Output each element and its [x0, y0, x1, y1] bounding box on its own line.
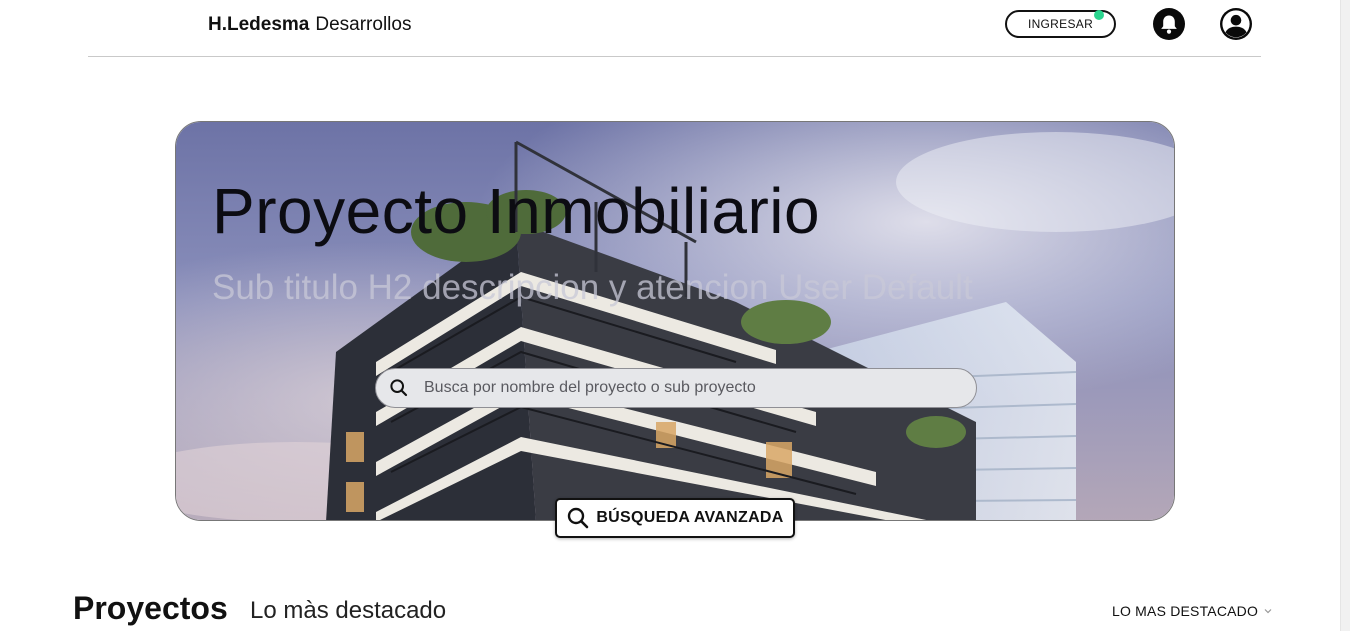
- sort-dropdown[interactable]: LO MAS DESTACADO: [1112, 603, 1272, 619]
- chevron-down-icon: [1264, 609, 1272, 614]
- user-account-button[interactable]: [1219, 7, 1253, 41]
- bell-icon: [1153, 8, 1185, 40]
- advanced-search-label: BÚSQUEDA AVANZADA: [596, 509, 784, 526]
- notification-indicator: [1094, 10, 1104, 20]
- hero-title: Proyecto Inmobiliario: [212, 175, 821, 247]
- notifications-button[interactable]: [1152, 7, 1186, 41]
- hero-subtitle: Sub titulo H2 descripcion y atencion Use…: [212, 268, 973, 307]
- search-icon: [390, 379, 408, 397]
- search-placeholder: Busca por nombre del proyecto o sub proy…: [424, 379, 756, 396]
- top-header: H.Ledesma Desarrollos INGRESAR: [88, 0, 1261, 57]
- hero-banner: Proyecto Inmobiliario Sub titulo H2 desc…: [175, 121, 1175, 521]
- user-avatar-icon: [1220, 8, 1252, 40]
- page-scrollbar[interactable]: [1340, 0, 1350, 631]
- search-icon: [568, 507, 589, 529]
- brand-name: H.Ledesma: [208, 14, 310, 35]
- project-search-input[interactable]: Busca por nombre del proyecto o sub proy…: [375, 368, 977, 408]
- section-subtitle: Lo màs destacado: [250, 597, 447, 624]
- brand-suffix: Desarrollos: [315, 14, 412, 35]
- brand-logo[interactable]: H.Ledesma Desarrollos: [208, 14, 411, 36]
- section-title: Proyectos: [73, 590, 228, 626]
- advanced-search-button[interactable]: BÚSQUEDA AVANZADA: [555, 498, 795, 538]
- sort-label: LO MAS DESTACADO: [1112, 603, 1259, 619]
